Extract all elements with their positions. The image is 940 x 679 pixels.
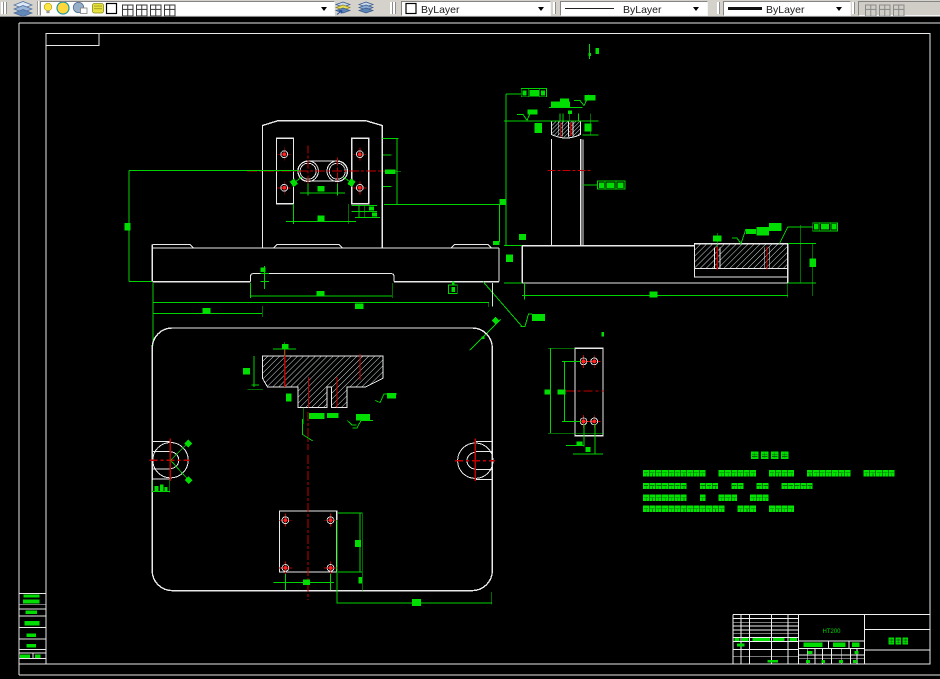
svg-text:HT200: HT200 [822,629,841,635]
